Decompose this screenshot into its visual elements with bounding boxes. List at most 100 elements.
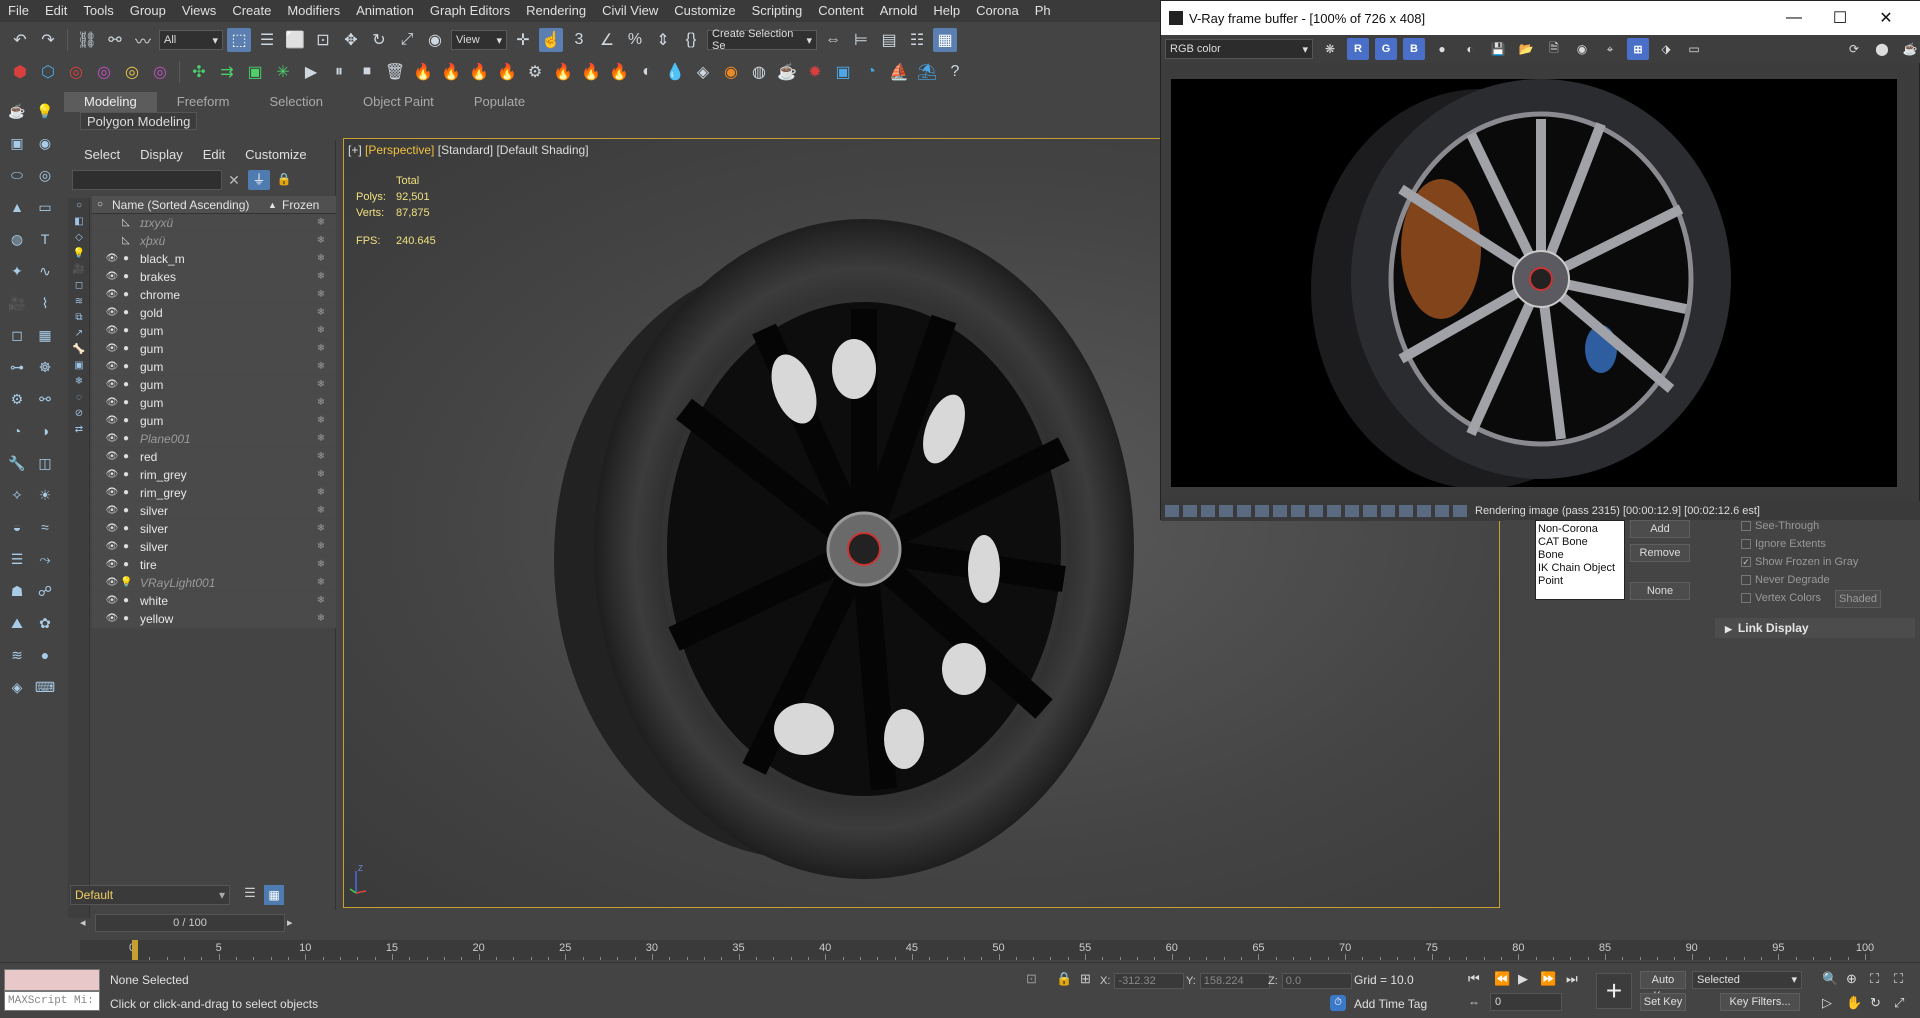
tape-icon[interactable]: ⊶ [6,356,28,378]
explorer-toggle-icon[interactable]: ▦ [264,885,284,905]
snap-toggle-icon[interactable]: 3 [567,28,591,52]
light-bulb-icon[interactable]: 💡 [34,100,56,122]
explorer-menu-select[interactable]: Select [76,147,128,162]
table-row[interactable]: 👁 ● tire ❄ [92,556,336,574]
select-move-icon[interactable]: ✥ [339,28,363,52]
menu-rendering[interactable]: Rendering [518,0,594,22]
script-icon[interactable]: ⌨ [34,676,56,698]
color-corrections-icon[interactable]: ❋ [1319,38,1341,60]
play-icon[interactable]: ▶ [299,60,323,84]
table-row[interactable]: 👁 ● silver ❄ [92,502,336,520]
frozen-filter-icon[interactable]: ❄ [70,374,88,390]
list-item[interactable]: CAT Bone [1538,536,1622,549]
show-corrections-icon[interactable]: ▭ [1683,38,1705,60]
table-row[interactable]: 👁 ● Plane001 ❄ [92,430,336,448]
menu-help[interactable]: Help [925,0,968,22]
menu-tools[interactable]: Tools [75,0,121,22]
prev-key-icon[interactable]: ⏪ [1494,971,1510,987]
visibility-eye-icon[interactable]: 👁 [104,289,120,300]
menu-file[interactable]: File [0,0,37,22]
table-row[interactable]: 👁 ● silver ❄ [92,520,336,538]
freeze-icon[interactable]: ❄ [306,397,336,408]
layers-icon[interactable]: ☰ [240,885,260,905]
arnold-icon-1[interactable]: 💧 [663,60,687,84]
compass-icon[interactable]: ☸ [34,356,56,378]
menu-content[interactable]: Content [810,0,872,22]
freeze-icon[interactable]: ❄ [306,433,336,444]
freeze-icon[interactable]: ❄ [306,415,336,426]
time-slider-knob[interactable] [132,940,138,960]
maximize-icon[interactable]: ☐ [1817,1,1863,35]
modifier-icon[interactable]: ⚙ [6,388,28,410]
sky-icon[interactable]: ◒ [6,516,28,538]
visibility-eye-icon[interactable]: 👁 [104,361,120,372]
next-key-icon[interactable]: ⏩ [1540,971,1556,987]
container-icon[interactable]: ⬢ [8,60,32,84]
spinner-snap-icon[interactable]: ⇕ [651,28,675,52]
visibility-eye-icon[interactable]: 👁 [104,271,120,282]
show-frozen-gray-checkbox[interactable]: ✓ Show Frozen in Gray [1741,556,1858,568]
place-icon[interactable]: ◉ [423,28,447,52]
maxscript-input[interactable]: MAXScript Mi: [4,991,100,1011]
menu-customize[interactable]: Customize [666,0,743,22]
visibility-eye-icon[interactable]: 👁 [104,397,120,408]
x-field[interactable]: -312.32 [1114,973,1185,989]
z-field[interactable]: 0.0 [1281,973,1352,989]
polygon-modeling-panel[interactable]: Polygon Modeling [80,112,198,130]
visibility-eye-icon[interactable]: 👁 [104,613,120,624]
add-time-tag[interactable]: Add Time Tag [1354,997,1427,1011]
freeze-icon[interactable]: ❄ [306,469,336,480]
play-animation-icon[interactable]: ▶ [1518,971,1528,987]
clear-image-icon[interactable]: 🗎 [1543,38,1565,60]
motion-icon[interactable]: ◔ [6,420,28,442]
arnold-icon-7[interactable]: ▣ [831,60,855,84]
visibility-eye-icon[interactable]: 👁 [104,379,120,390]
selection-lock-icon[interactable]: 🔒 [1056,971,1072,987]
menu-corona[interactable]: Corona [968,0,1027,22]
freeze-icon[interactable]: ❄ [306,343,336,354]
viewport-menu-plus[interactable]: [+] [348,143,362,157]
display-all-icon[interactable]: ○ [70,198,88,214]
table-row[interactable]: 👁 ● gum ❄ [92,340,336,358]
torus-icon[interactable]: ◎ [34,164,56,186]
menu-ph[interactable]: Ph [1027,0,1059,22]
freeze-icon[interactable]: ❄ [306,559,336,570]
menu-civil-view[interactable]: Civil View [594,0,666,22]
visibility-eye-icon[interactable]: 👁 [104,415,120,426]
menu-graph-editors[interactable]: Graph Editors [422,0,518,22]
tube-icon[interactable]: ◍ [6,228,28,250]
biped-icon[interactable]: ☗ [6,580,28,602]
orbit-icon[interactable]: ↻ [1870,995,1881,1011]
link-display-rollout[interactable]: ▶ Link Display [1715,618,1915,638]
region-render-icon[interactable]: ⊞ [1627,38,1649,60]
material-icon-1[interactable]: ◎ [64,60,88,84]
material-icon-2[interactable]: ◎ [92,60,116,84]
vfb-title-bar[interactable]: V-Ray frame buffer - [100% of 726 x 408]… [1161,1,1920,35]
trash-icon[interactable]: 🗑 [383,60,407,84]
undo-icon[interactable]: ↶ [8,28,32,52]
zoom-extents-icon[interactable]: ⛶ [1870,971,1879,987]
cameras-filter-icon[interactable]: 🎥 [70,262,88,278]
maxscript-listener[interactable]: MAXScript Mi: [4,969,100,1013]
red-channel-icon[interactable]: R [1347,38,1369,60]
render-teapot-icon[interactable]: ☕ [1899,38,1920,60]
maxscript-output[interactable] [4,969,100,991]
ribbon-tab-populate[interactable]: Populate [454,92,545,112]
prev-frame-icon[interactable]: ◂ [80,914,94,932]
field-of-view-icon[interactable]: ▷ [1822,995,1832,1011]
lock-icon[interactable]: 🔒 [276,172,292,188]
set-key-button[interactable]: Set Key [1640,993,1686,1011]
scene-explorer-icon[interactable]: ▤ [877,28,901,52]
helpers-filter-icon[interactable]: ◻ [70,278,88,294]
menu-arnold[interactable]: Arnold [872,0,926,22]
pan-icon[interactable]: ✋ [1846,995,1862,1011]
sphere-blue-icon[interactable]: ● [34,644,56,666]
unlink-icon[interactable]: ⚯ [103,28,127,52]
layer-explorer-icon[interactable]: ☷ [905,28,929,52]
skin-icon[interactable]: ◫ [34,452,56,474]
visibility-eye-icon[interactable]: 👁 [104,595,120,606]
dummy-icon[interactable]: ◻ [6,324,28,346]
freeze-icon[interactable]: ❄ [306,289,336,300]
teapot-icon[interactable]: ☕ [6,100,28,122]
freeze-icon[interactable]: ❄ [306,451,336,462]
